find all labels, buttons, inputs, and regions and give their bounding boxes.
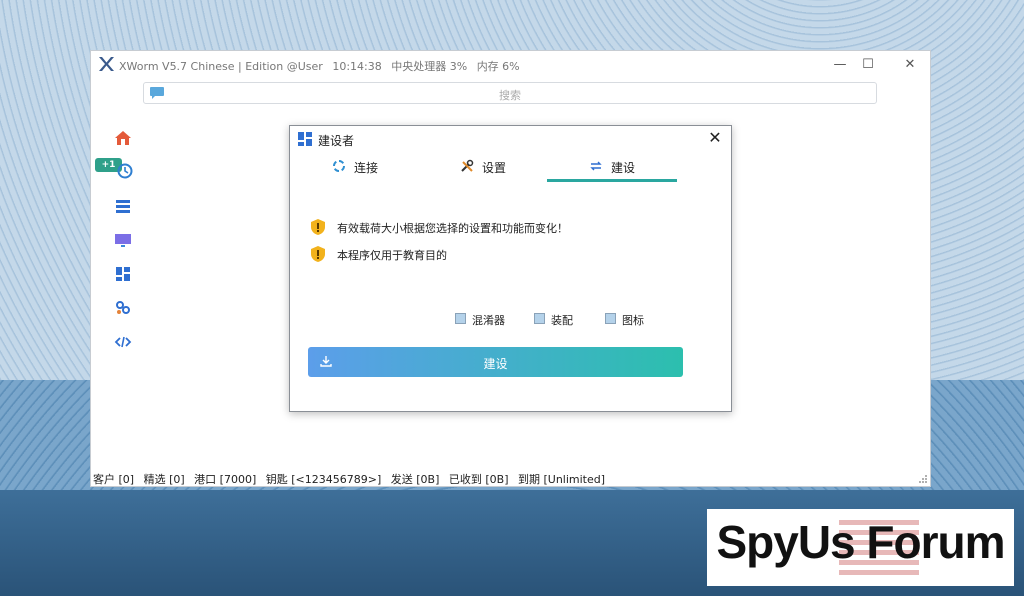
tab-build-label: 建设 [611, 161, 636, 175]
home-icon[interactable] [113, 128, 133, 148]
code-icon[interactable] [113, 332, 133, 352]
status-port: 港口 [7000] [194, 473, 257, 486]
checkbox-box [534, 313, 545, 324]
status-received: 已收到 [0B] [448, 473, 509, 486]
tools-icon [461, 159, 474, 172]
status-selected: 精选 [0] [143, 473, 185, 486]
shield-warning-icon [311, 246, 325, 262]
search-input[interactable]: 搜索 [143, 82, 877, 104]
resize-grip-icon[interactable] [918, 474, 928, 484]
window-title-memory: 内存 6% [476, 60, 520, 73]
xworm-logo-icon [99, 57, 114, 71]
connect-icon [333, 160, 345, 172]
plugins-icon[interactable] [113, 298, 133, 318]
tab-connection[interactable]: 连接 [332, 156, 412, 182]
status-expiry: 到期 [Unlimited] [517, 473, 606, 486]
checkbox-box [455, 313, 466, 324]
dashboard-icon[interactable] [113, 264, 133, 284]
notice-payload-size-text: 有效载荷大小根据您选择的设置和功能而变化！ [337, 222, 568, 235]
minimize-button[interactable]: — [825, 54, 855, 76]
build-button-label: 建设 [483, 357, 508, 371]
window-title-cpu: 中央处理器 3% [391, 60, 468, 73]
active-tab-indicator [547, 179, 677, 182]
window-title-app: XWorm V5.7 Chinese | Edition @User [119, 60, 323, 73]
close-button[interactable]: ✕ [895, 54, 925, 76]
dialog-title: 建设者 [318, 134, 355, 148]
history-icon[interactable] [113, 161, 133, 181]
search-placeholder: 搜索 [499, 89, 521, 102]
icon-label: 图标 [622, 314, 644, 327]
assembly-label: 装配 [551, 314, 573, 327]
status-clients: 客户 [0] [93, 473, 135, 486]
builder-dialog: 建设者 ✕ 连接 设置 建设 有效载荷大小根据您选择的设置和功能而变化！ 本程序… [289, 125, 732, 412]
checkbox-box [605, 313, 616, 324]
shield-warning-icon [311, 219, 325, 235]
assembly-checkbox[interactable]: 装配 [534, 312, 582, 328]
status-key: 钥匙 [<123456789>] [265, 473, 382, 486]
title-bar: XWorm V5.7 Chinese | Edition @User 10:14… [91, 51, 930, 79]
watermark-text: SpyUs Forum [716, 516, 1005, 568]
obfuscator-checkbox[interactable]: 混淆器 [455, 312, 515, 328]
notice-education-text: 本程序仅用于教育目的 [337, 249, 447, 262]
maximize-button[interactable]: ☐ [853, 54, 883, 76]
builder-logo-icon [298, 132, 312, 146]
obfuscator-label: 混淆器 [472, 314, 505, 327]
build-icon [590, 161, 602, 171]
monitor-icon[interactable] [113, 230, 133, 250]
status-bar: 客户 [0] 精选 [0] 港口 [7000] 钥匙 [<123456789>]… [93, 471, 913, 487]
window-title: XWorm V5.7 Chinese | Edition @User 10:14… [119, 58, 526, 74]
forum-watermark: SpyUs Forum [707, 509, 1014, 586]
window-title-time: 10:14:38 [332, 60, 382, 73]
build-button[interactable]: 建设 [308, 347, 683, 377]
tab-settings[interactable]: 设置 [460, 156, 540, 182]
tab-settings-label: 设置 [482, 161, 507, 175]
status-sent: 发送 [0B] [390, 473, 440, 486]
list-icon[interactable] [113, 196, 133, 216]
dialog-close-button[interactable]: ✕ [705, 128, 725, 148]
icon-checkbox[interactable]: 图标 [605, 312, 653, 328]
tab-connection-label: 连接 [354, 161, 379, 175]
